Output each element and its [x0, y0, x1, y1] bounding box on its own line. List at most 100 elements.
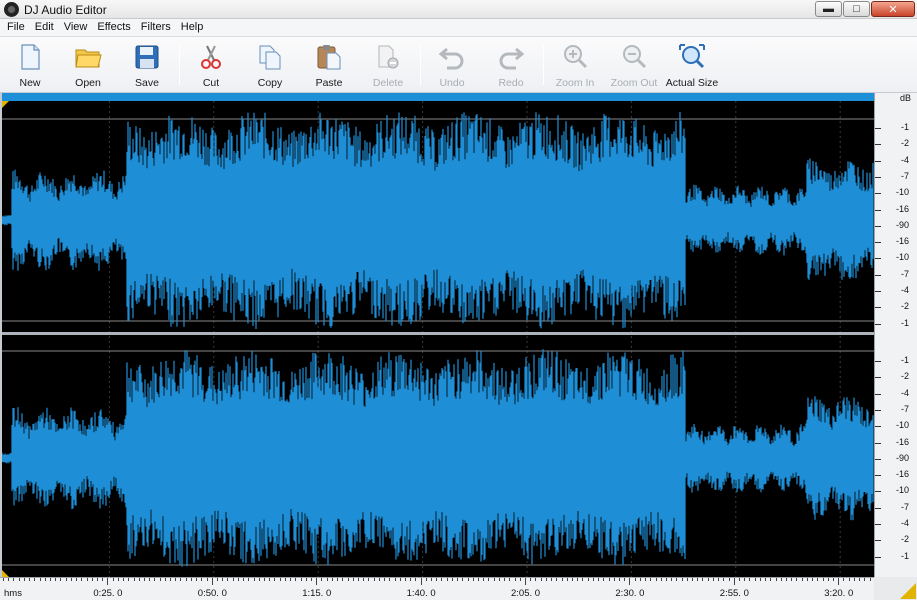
db-tick-mark: [875, 393, 881, 395]
db-tick-mark: [875, 193, 881, 195]
menu-file[interactable]: File: [4, 19, 28, 36]
db-tick-mark: [875, 377, 881, 379]
waveform-canvas[interactable]: [2, 101, 874, 577]
time-minor-tick: [55, 578, 57, 581]
time-minor-tick: [749, 578, 751, 581]
db-tick-mark: [875, 209, 881, 211]
time-minor-tick: [8, 578, 10, 581]
time-minor-tick: [853, 578, 855, 581]
resize-corner[interactable]: [874, 577, 917, 600]
time-minor-tick: [190, 578, 192, 581]
copy-button[interactable]: Copy: [242, 40, 298, 90]
time-minor-tick: [598, 578, 600, 581]
menu-view[interactable]: View: [61, 19, 91, 36]
menu-edit[interactable]: Edit: [32, 19, 57, 36]
time-major-tick: [316, 578, 318, 585]
time-minor-tick: [347, 578, 349, 581]
time-minor-tick: [592, 578, 594, 581]
app-icon: [4, 2, 19, 17]
time-label: 2:55. 0: [719, 588, 749, 599]
waveform-view[interactable]: [2, 101, 874, 577]
time-minor-tick: [86, 578, 88, 581]
time-minor-tick: [686, 578, 688, 581]
db-tick-mark: [875, 128, 881, 129]
new-button[interactable]: New: [2, 40, 58, 90]
time-minor-tick: [676, 578, 678, 581]
save-button[interactable]: Save: [119, 40, 175, 90]
time-minor-tick: [222, 578, 224, 581]
time-minor-tick: [237, 578, 239, 581]
time-minor-tick: [551, 578, 553, 581]
db-tick-label: -7: [900, 268, 909, 279]
time-minor-tick: [44, 578, 46, 581]
time-minor-tick: [519, 578, 521, 581]
maximize-button[interactable]: □: [843, 1, 870, 17]
time-minor-tick: [175, 578, 177, 581]
time-minor-tick: [123, 578, 125, 581]
time-minor-tick: [102, 578, 104, 581]
menu-effects[interactable]: Effects: [94, 19, 133, 36]
time-minor-tick: [806, 578, 808, 581]
actual-size-button[interactable]: Actual Size: [664, 40, 720, 90]
menu-help[interactable]: Help: [178, 19, 207, 36]
time-label: 0:50. 0: [197, 588, 227, 599]
db-tick-label: -10: [895, 187, 909, 198]
time-ruler[interactable]: hms 0:25. 0 0:50. 0 1:15. 0 1:40. 0 2:05. 0 2…: [0, 577, 874, 600]
channel-divider: [2, 332, 874, 335]
undo-button[interactable]: Undo: [424, 40, 480, 90]
new-label: New: [19, 77, 41, 89]
time-minor-tick: [279, 578, 281, 581]
start-marker-bottom[interactable]: [2, 570, 9, 577]
minimize-button[interactable]: ▬: [815, 1, 842, 17]
time-minor-tick: [264, 578, 265, 581]
time-minor-tick: [859, 578, 861, 581]
start-marker-top[interactable]: [2, 101, 9, 108]
time-minor-tick: [23, 578, 25, 581]
close-button[interactable]: ✕: [871, 1, 915, 17]
toolbar: New Open Save Cut Copy Paste Delete Undo…: [0, 37, 917, 93]
time-minor-tick: [780, 578, 782, 581]
time-minor-tick: [248, 578, 250, 581]
playback-progress-bar[interactable]: [2, 93, 874, 101]
redo-label: Redo: [498, 77, 524, 89]
time-minor-tick: [556, 578, 558, 581]
time-minor-tick: [310, 578, 312, 581]
time-minor-tick: [702, 578, 704, 581]
time-minor-tick: [791, 578, 793, 581]
db-tick-label: -2: [900, 371, 909, 382]
cut-label: Cut: [202, 77, 220, 89]
open-button[interactable]: Open: [60, 40, 116, 90]
time-minor-tick: [3, 578, 4, 581]
time-minor-tick: [295, 578, 297, 581]
time-minor-tick: [681, 578, 683, 581]
db-tick-label: -10: [895, 485, 909, 496]
time-minor-tick: [96, 578, 98, 581]
time-minor-tick: [488, 578, 490, 581]
menu-filters[interactable]: Filters: [138, 19, 174, 36]
time-minor-tick: [650, 578, 652, 581]
time-minor-tick: [269, 578, 271, 581]
time-label: 0:25. 0: [93, 588, 123, 599]
delete-button[interactable]: Delete: [360, 40, 416, 90]
time-minor-tick: [154, 578, 156, 581]
time-minor-tick: [13, 578, 15, 581]
redo-icon: [499, 47, 525, 70]
undo-label: Undo: [439, 77, 465, 89]
zoom-out-label: Zoom Out: [610, 77, 658, 89]
redo-button[interactable]: Redo: [483, 40, 539, 90]
time-minor-tick: [117, 578, 119, 581]
time-minor-tick: [394, 578, 396, 581]
paste-button[interactable]: Paste: [301, 40, 357, 90]
time-minor-tick: [472, 578, 474, 581]
time-minor-tick: [253, 578, 255, 581]
time-minor-tick: [425, 578, 427, 581]
actual-size-icon: [679, 44, 705, 69]
zoom-in-button[interactable]: Zoom In: [547, 40, 603, 90]
time-major-tick: [420, 578, 422, 585]
time-minor-tick: [535, 578, 537, 581]
zoom-out-button[interactable]: Zoom Out: [606, 40, 662, 90]
cut-button[interactable]: Cut: [183, 40, 239, 90]
time-label: 3:20. 0: [824, 588, 854, 599]
time-minor-tick: [389, 578, 391, 581]
time-unit-label: hms: [4, 588, 22, 599]
